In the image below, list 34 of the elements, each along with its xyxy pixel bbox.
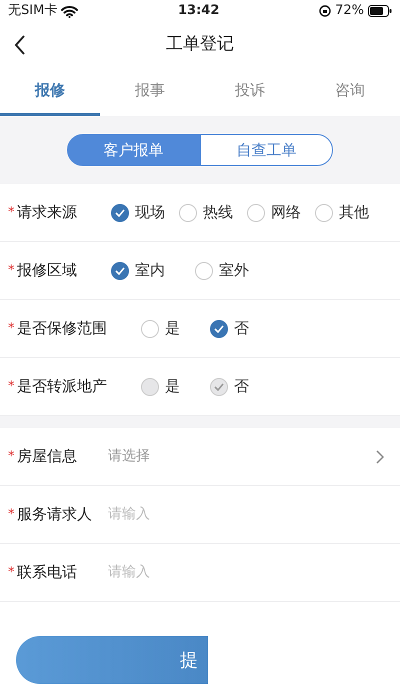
field-label: 请求来源 [17,202,77,224]
carrier-text: 无SIM卡 [8,2,58,20]
input-field[interactable]: 请输入 [108,504,384,525]
field-label: 是否保修范围 [17,318,107,340]
battery-percent: 72% [335,2,364,20]
tab[interactable]: 投诉 [200,68,300,116]
option-label[interactable]: 热线 [203,201,233,224]
segment-tab[interactable]: 自查工单 [200,134,333,166]
required-mark: * [8,506,16,524]
option-label[interactable]: 否 [234,317,249,340]
tab[interactable]: 报事 [100,68,200,116]
field-label: 房屋信息 [17,446,77,468]
required-mark: * [8,564,16,582]
page-title: 工单登记 [166,33,234,56]
field-label: 是否转派地产 [17,376,107,398]
option-label[interactable]: 是 [165,317,180,340]
field-label: 联系电话 [17,562,77,584]
option-label[interactable]: 室外 [219,259,249,282]
option-label[interactable]: 其他 [339,201,369,224]
required-mark: * [8,262,16,280]
required-mark: * [8,204,16,222]
field-label: 服务请求人 [17,504,92,526]
tab[interactable]: 咨询 [300,68,400,116]
option-label[interactable]: 现场 [135,201,165,224]
status-time: 13:42 [178,2,220,20]
submit-button[interactable]: 提 [16,636,208,684]
field-label: 报修区域 [17,260,77,282]
input-field[interactable]: 请输入 [108,562,384,583]
option-label[interactable]: 室内 [135,259,165,282]
required-mark: * [8,378,16,396]
segment-tab[interactable]: 客户报单 [67,134,200,166]
required-mark: * [8,448,16,466]
option-label[interactable]: 网络 [271,201,301,224]
required-mark: * [8,320,16,338]
